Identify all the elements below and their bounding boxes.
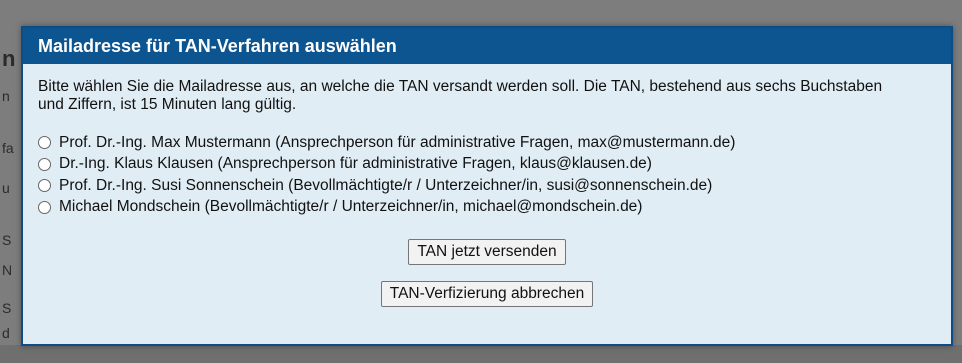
background-text-fragment: d: [2, 325, 10, 341]
tan-mail-dialog: Mailadresse für TAN-Verfahren auswählen …: [21, 26, 953, 346]
mail-option-label: Michael Mondschein (Bevollmächtigte/r / …: [59, 198, 643, 216]
background-text-fragment: S: [2, 232, 12, 248]
mail-option-mustermann[interactable]: Prof. Dr.-Ing. Max Mustermann (Ansprechp…: [38, 132, 951, 154]
mail-option-label: Dr.-Ing. Klaus Klausen (Ansprechperson f…: [59, 155, 652, 173]
radio-button[interactable]: [38, 136, 51, 150]
background-text-fragment: fa: [2, 140, 14, 156]
mail-address-options: Prof. Dr.-Ing. Max Mustermann (Ansprechp…: [38, 132, 951, 218]
background-text-fragment: u: [2, 180, 10, 196]
background-text-fragment: N: [2, 262, 13, 278]
mail-option-mondschein[interactable]: Michael Mondschein (Bevollmächtigte/r / …: [38, 197, 951, 219]
radio-button[interactable]: [38, 200, 51, 214]
cancel-verification-button[interactable]: TAN-Verfizierung abbrechen: [380, 281, 594, 307]
dialog-actions: TAN jetzt versenden TAN-Verfizierung abb…: [38, 239, 951, 307]
send-tan-button[interactable]: TAN jetzt versenden: [408, 239, 566, 265]
dialog-body: Bitte wählen Sie die Mailadresse aus, an…: [23, 64, 951, 307]
mail-option-klausen[interactable]: Dr.-Ing. Klaus Klausen (Ansprechperson f…: [38, 154, 951, 176]
background-text-fragment: n: [2, 46, 16, 71]
radio-button[interactable]: [38, 157, 51, 171]
mail-option-label: Prof. Dr.-Ing. Susi Sonnenschein (Bevoll…: [59, 176, 713, 194]
dialog-title: Mailadresse für TAN-Verfahren auswählen: [23, 28, 951, 64]
background-text-fragment: S: [2, 300, 12, 316]
background-text-fragment: n: [2, 88, 10, 104]
radio-button[interactable]: [38, 179, 51, 193]
mail-option-label: Prof. Dr.-Ing. Max Mustermann (Ansprechp…: [59, 133, 736, 151]
mail-option-sonnenschein[interactable]: Prof. Dr.-Ing. Susi Sonnenschein (Bevoll…: [38, 175, 951, 197]
overlay-bottom-strip: [0, 345, 962, 363]
dialog-intro-text: Bitte wählen Sie die Mailadresse aus, an…: [38, 78, 883, 113]
